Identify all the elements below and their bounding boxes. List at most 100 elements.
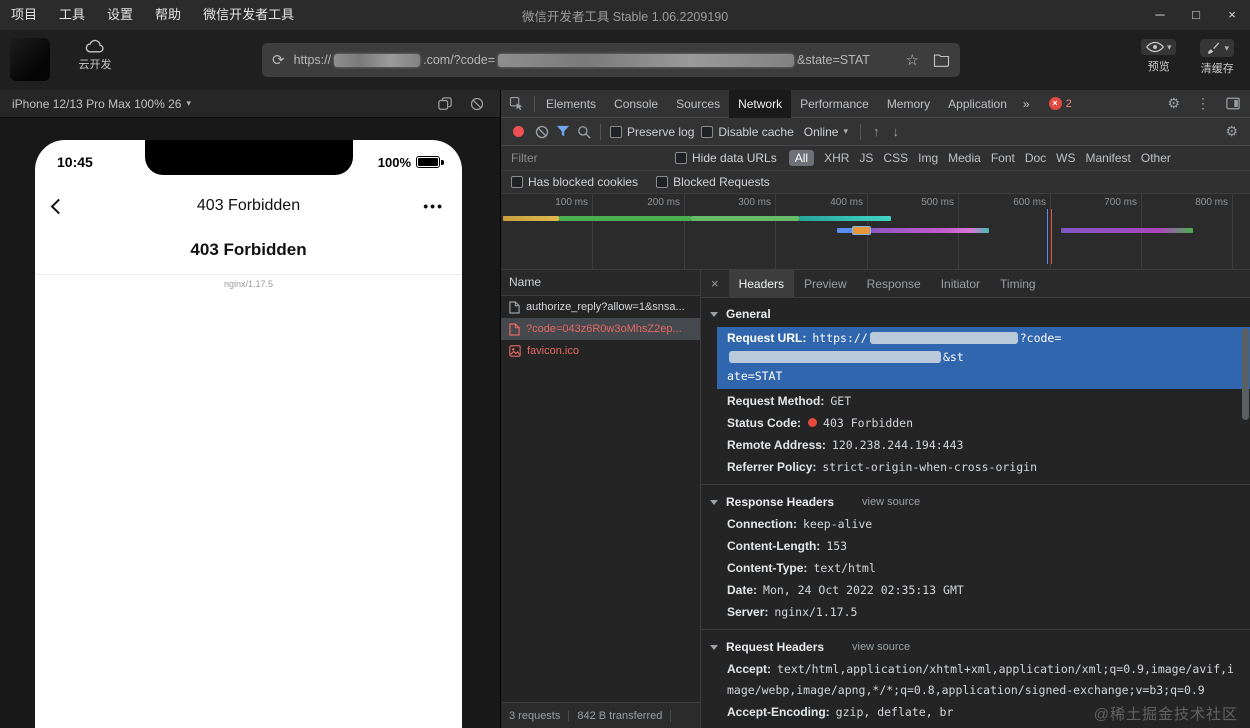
search-icon[interactable] <box>577 125 591 139</box>
star-icon[interactable]: ☆ <box>906 51 919 69</box>
request-url-row-highlighted[interactable]: Request URL: https:// ?code= &st ate=STAT <box>717 327 1250 389</box>
settings-gear-icon[interactable]: ⚙ <box>1161 95 1186 112</box>
section-general[interactable]: General <box>701 302 1250 326</box>
filter-chip-xhr[interactable]: XHR <box>824 151 849 165</box>
tick-label: 200 ms <box>647 197 680 208</box>
kebab-menu-icon[interactable]: ⋮ <box>1190 95 1216 112</box>
back-icon[interactable] <box>50 198 67 214</box>
record-button[interactable] <box>513 126 524 137</box>
tab-application[interactable]: Application <box>939 90 1016 118</box>
view-source-link[interactable]: view source <box>852 641 910 653</box>
folder-icon[interactable] <box>933 53 950 67</box>
disable-icon[interactable] <box>470 97 484 111</box>
header-value: gzip, deflate, br <box>835 705 954 719</box>
menu-project[interactable]: 项目 <box>0 0 48 30</box>
disable-cache-checkbox[interactable]: Disable cache <box>701 125 794 139</box>
request-row[interactable]: favicon.ico <box>501 340 700 362</box>
tab-preview[interactable]: Preview <box>794 270 857 298</box>
close-button[interactable]: × <box>1214 0 1250 30</box>
tab-elements[interactable]: Elements <box>537 90 605 118</box>
tab-network[interactable]: Network <box>729 89 792 118</box>
inspect-icon[interactable] <box>501 96 532 111</box>
filter-input[interactable] <box>511 151 663 165</box>
throttling-dropdown[interactable]: Online ▾ <box>801 125 851 139</box>
maximize-button[interactable]: □ <box>1178 0 1214 30</box>
view-source-link[interactable]: view source <box>862 496 920 508</box>
clear-cache-button[interactable]: ▾ 清缓存 <box>1200 39 1234 76</box>
cloud-dev-button[interactable]: 云开发 <box>68 38 122 72</box>
clear-icon[interactable] <box>535 125 549 139</box>
filter-chip-doc[interactable]: Doc <box>1025 151 1046 165</box>
divider <box>859 123 861 140</box>
url-bar[interactable]: ⟳ https:// .com/?code= &state=STAT ☆ <box>262 43 960 77</box>
header-value: &st <box>943 350 964 364</box>
header-value: 120.238.244.194:443 <box>831 438 964 452</box>
filter-chip-all[interactable]: All <box>788 150 815 166</box>
network-overview-timeline[interactable]: 100 ms 200 ms 300 ms 400 ms 500 ms 600 m… <box>501 194 1250 270</box>
devtools-pane: Elements Console Sources Network Perform… <box>500 89 1250 728</box>
tab-initiator[interactable]: Initiator <box>931 270 990 298</box>
header-value: text/html,application/xhtml+xml,applicat… <box>727 662 1234 697</box>
menu-settings[interactable]: 设置 <box>96 0 144 30</box>
filter-chip-font[interactable]: Font <box>991 151 1015 165</box>
tick-label: 700 ms <box>1104 197 1137 208</box>
divider <box>701 629 1250 630</box>
gridline <box>592 194 593 269</box>
filter-chip-img[interactable]: Img <box>918 151 938 165</box>
network-filter-bar: Hide data URLs All XHR JS CSS Img Media … <box>501 146 1250 171</box>
request-name: ?code=043z6R0w3oMhsZ2ep... <box>526 323 682 335</box>
network-settings-gear-icon[interactable]: ⚙ <box>1225 123 1242 140</box>
section-response-headers[interactable]: Response Headers view source <box>701 490 1250 514</box>
refresh-icon[interactable]: ⟳ <box>272 51 285 69</box>
tab-performance[interactable]: Performance <box>791 90 878 118</box>
import-har-icon[interactable]: ↑ <box>870 124 883 139</box>
header-value: 403 Forbidden <box>823 416 914 430</box>
preserve-log-checkbox[interactable]: Preserve log <box>610 125 694 139</box>
filter-chip-ws[interactable]: WS <box>1056 151 1075 165</box>
menu-tools[interactable]: 工具 <box>48 0 96 30</box>
header-value: text/html <box>813 561 876 575</box>
error-badge[interactable]: × 2 <box>1048 97 1072 110</box>
section-request-headers[interactable]: Request Headers view source <box>701 635 1250 659</box>
filter-chip-css[interactable]: CSS <box>883 151 908 165</box>
tab-headers[interactable]: Headers <box>728 269 794 298</box>
tab-timing[interactable]: Timing <box>990 270 1046 298</box>
chevron-down-icon[interactable]: ▾ <box>186 98 191 109</box>
filter-chip-media[interactable]: Media <box>948 151 981 165</box>
preview-button[interactable]: ▾ 预览 <box>1140 39 1177 76</box>
tab-memory[interactable]: Memory <box>878 90 939 118</box>
tab-response[interactable]: Response <box>857 270 931 298</box>
chevron-down-icon[interactable]: ▾ <box>1224 43 1229 54</box>
has-blocked-cookies-checkbox[interactable]: Has blocked cookies <box>511 175 638 189</box>
load-event-line <box>1051 209 1052 264</box>
device-selector[interactable]: iPhone 12/13 Pro Max 100% 26 <box>12 97 181 111</box>
dock-side-icon[interactable] <box>1220 97 1246 110</box>
column-header-name[interactable]: Name <box>501 270 700 296</box>
network-summary-bar: 3 requests 842 B transferred <box>501 702 700 728</box>
filter-chip-manifest[interactable]: Manifest <box>1086 151 1131 165</box>
main-toolbar: 云开发 ⟳ https:// .com/?code= &state=STAT ☆ <box>0 30 1250 90</box>
header-key: Remote Address: <box>727 438 826 452</box>
header-value: Mon, 24 Oct 2022 02:35:13 GMT <box>763 583 964 597</box>
tab-sources[interactable]: Sources <box>667 90 729 118</box>
filter-chip-js[interactable]: JS <box>859 151 873 165</box>
request-row-selected[interactable]: ?code=043z6R0w3oMhsZ2ep... <box>501 318 700 340</box>
filter-funnel-icon[interactable] <box>556 125 570 138</box>
export-har-icon[interactable]: ↓ <box>889 124 902 139</box>
chevron-down-icon[interactable]: ▾ <box>1167 42 1172 53</box>
tab-console[interactable]: Console <box>605 90 667 118</box>
request-row[interactable]: authorize_reply?allow=1&snsa... <box>501 296 700 318</box>
menu-wechat-devtools[interactable]: 微信开发者工具 <box>192 0 305 30</box>
menu-help[interactable]: 帮助 <box>144 0 192 30</box>
scrollbar-thumb[interactable] <box>1242 328 1249 420</box>
more-menu-icon[interactable]: ••• <box>423 198 444 214</box>
more-tabs-icon[interactable]: » <box>1016 97 1037 111</box>
filter-chip-other[interactable]: Other <box>1141 151 1171 165</box>
waterfall-bar <box>559 216 691 221</box>
minimize-button[interactable]: ─ <box>1142 0 1178 30</box>
close-details-icon[interactable]: × <box>701 276 729 291</box>
header-key: Date: <box>727 583 758 597</box>
multi-window-icon[interactable] <box>438 96 452 111</box>
blocked-requests-checkbox[interactable]: Blocked Requests <box>656 175 770 189</box>
hide-data-urls-checkbox[interactable]: Hide data URLs <box>675 151 777 165</box>
